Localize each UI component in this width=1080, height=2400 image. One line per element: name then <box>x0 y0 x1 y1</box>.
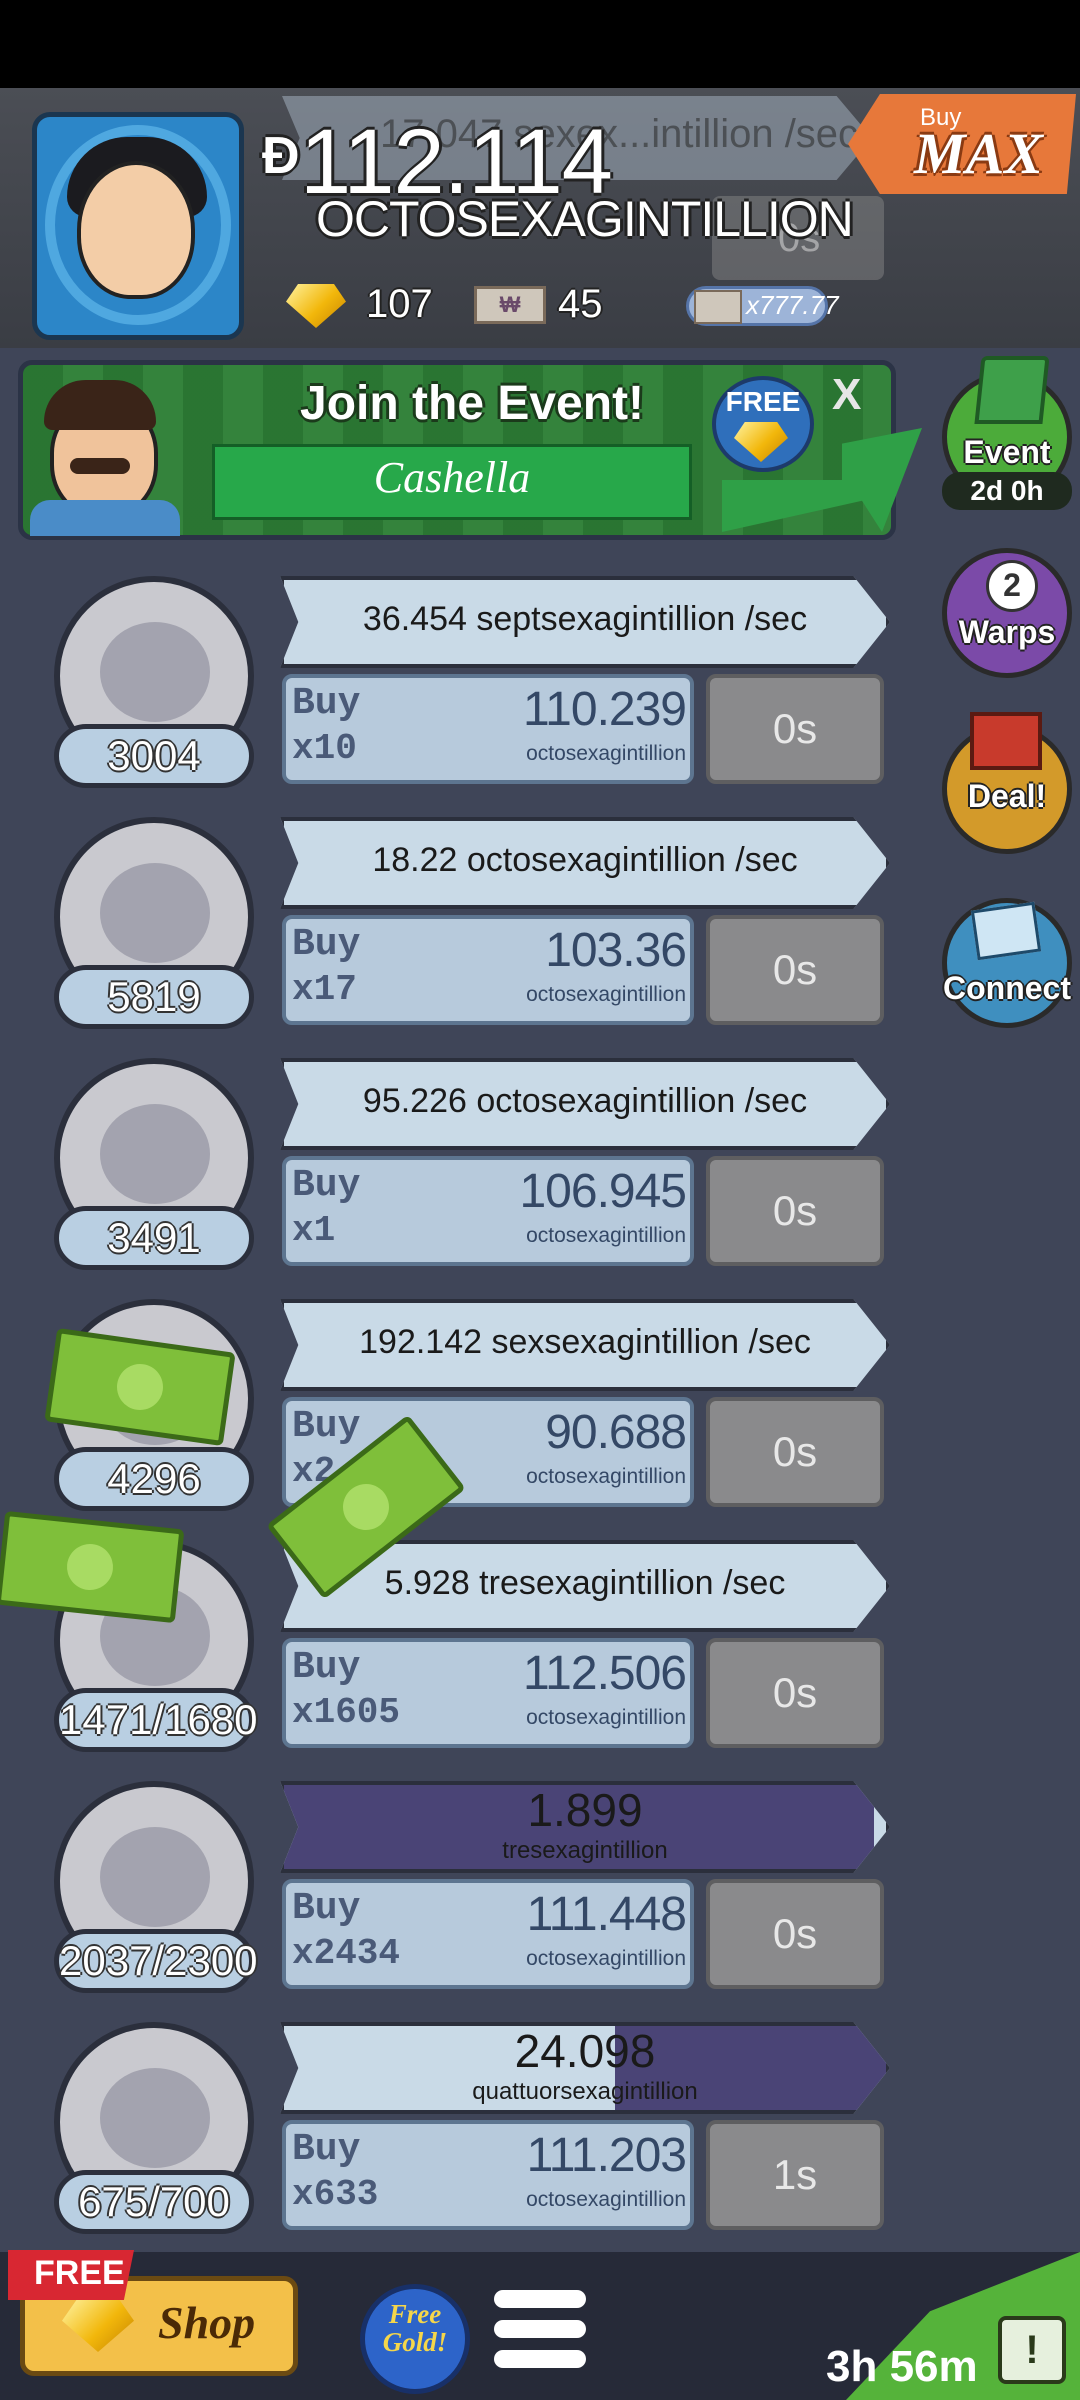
gift-icon <box>970 712 1042 770</box>
event-button-label: Event <box>963 434 1051 470</box>
player-avatar[interactable] <box>32 112 244 340</box>
cost-value: 103.36 <box>545 924 687 977</box>
money-bill-icon <box>0 1510 185 1624</box>
werewolf-icon <box>100 1827 210 1927</box>
mustache-icon <box>70 458 130 474</box>
cost-value: 111.203 <box>526 2129 687 2182</box>
character-shirt <box>30 500 180 536</box>
character-hair <box>44 380 156 430</box>
buy-label: Buy <box>292 923 361 966</box>
buy-quantity: x1 <box>292 1210 336 1251</box>
rate-text: 18.22 octosexagintillion /sec <box>372 841 798 879</box>
menu-icon-line <box>494 2320 586 2338</box>
buy-label: Buy <box>292 1164 361 1207</box>
buy-quantity: x1605 <box>292 1692 401 1733</box>
megabucks-icon: ₩ <box>474 286 546 324</box>
menu-icon-line <box>494 2350 586 2368</box>
cost-unit: octosexagintillion <box>526 1224 686 1247</box>
megabill-icon <box>694 290 742 324</box>
buy-quantity: x10 <box>292 728 357 769</box>
megabucks-count: 45 <box>558 282 603 326</box>
cost-unit: octosexagintillion <box>526 742 686 765</box>
warps-count: 2 <box>986 560 1038 612</box>
rate-text: 95.226 octosexagintillion /sec <box>362 1082 808 1120</box>
cost-value: 110.239 <box>523 683 687 736</box>
buy-label: Buy <box>292 682 361 725</box>
gold-count: 107 <box>366 282 433 326</box>
currency-symbol: Ɖ <box>262 127 300 185</box>
event-timer: 2d 0h <box>942 472 1072 510</box>
rate-text: 36.454 septsexagintillion /sec <box>362 600 808 638</box>
timer-box: 0s <box>706 915 884 1025</box>
free-badge-label: FREE <box>725 386 801 417</box>
buy-quantity: x2434 <box>292 1933 401 1974</box>
cocktail-glass-icon <box>100 863 210 963</box>
buy-label: Buy <box>292 1405 361 1448</box>
cost-unit: octosexagintillion <box>526 2188 686 2211</box>
free-gold-label: Free Gold! <box>382 2299 448 2357</box>
event-name: Cashella <box>373 453 531 502</box>
cost-value: 112.506 <box>523 1647 687 1700</box>
menu-icon[interactable] <box>494 2290 586 2308</box>
free-tag-label: FREE <box>34 2254 125 2292</box>
photos-icon <box>970 901 1042 961</box>
warps-label: Warps <box>958 614 1056 650</box>
timer-box: 0s <box>706 1879 884 1989</box>
event-character <box>30 370 200 536</box>
buy-label: Buy <box>292 1646 361 1689</box>
tv-icon[interactable]: ! <box>998 2316 1066 2384</box>
timer-box: 0s <box>706 1638 884 1748</box>
buy-label: Buy <box>292 2128 361 2171</box>
rate-unit: quattuorsexagintillion <box>472 2078 698 2105</box>
rocket-moon-icon <box>100 622 210 722</box>
timer-box: 0s <box>706 674 884 784</box>
ray-gun-icon <box>100 2068 210 2168</box>
business-count: 4296 <box>54 1447 254 1511</box>
avatar-face <box>77 161 195 299</box>
business-count: 3491 <box>54 1206 254 1270</box>
money-unit: OCTOSEXAGINTILLION <box>316 191 854 247</box>
barn-icon <box>100 1104 210 1204</box>
multiplier-value: x777.77 <box>746 290 839 320</box>
buy-quantity: x633 <box>292 2174 379 2215</box>
cost-unit: octosexagintillion <box>526 1465 686 1488</box>
rate-text: 192.142 sexsexagintillion /sec <box>359 1323 811 1361</box>
shop-label: Shop <box>158 2297 256 2348</box>
cost-value: 90.688 <box>545 1406 687 1459</box>
buy-quantity: x17 <box>292 969 357 1010</box>
cost-value: 111.448 <box>526 1888 687 1941</box>
tv-ad-timer: 3h 56m <box>826 2342 978 2391</box>
buy-label: Buy <box>292 1887 361 1930</box>
rate-value: 1.899 <box>527 1784 643 1836</box>
rate-unit: tresexagintillion <box>502 1837 668 1864</box>
timer-box: 0s <box>706 1156 884 1266</box>
rate-value: 24.098 <box>514 2025 656 2077</box>
business-count: 3004 <box>54 724 254 788</box>
business-count: 675/700 <box>54 2170 254 2234</box>
buy-max-label: MAX <box>914 121 1043 186</box>
status-bar <box>0 0 1080 88</box>
event-title: Join the Event! <box>300 377 645 430</box>
business-count: 5819 <box>54 965 254 1029</box>
connect-label: Connect <box>943 970 1071 1006</box>
rate-text: 5.928 tresexagintillion /sec <box>384 1564 786 1602</box>
cost-unit: octosexagintillion <box>526 1947 686 1970</box>
timer-box: 0s <box>706 1397 884 1507</box>
timer-box: 1s <box>706 2120 884 2230</box>
close-icon[interactable]: X <box>832 370 861 420</box>
cost-unit: octosexagintillion <box>526 983 686 1006</box>
deal-label: Deal! <box>967 778 1047 814</box>
business-count: 2037/2300 <box>54 1929 258 1993</box>
business-count: 1471/1680 <box>54 1688 258 1752</box>
cost-unit: octosexagintillion <box>526 1706 686 1729</box>
cost-value: 106.945 <box>519 1165 687 1218</box>
top-hat-icon <box>974 356 1050 424</box>
